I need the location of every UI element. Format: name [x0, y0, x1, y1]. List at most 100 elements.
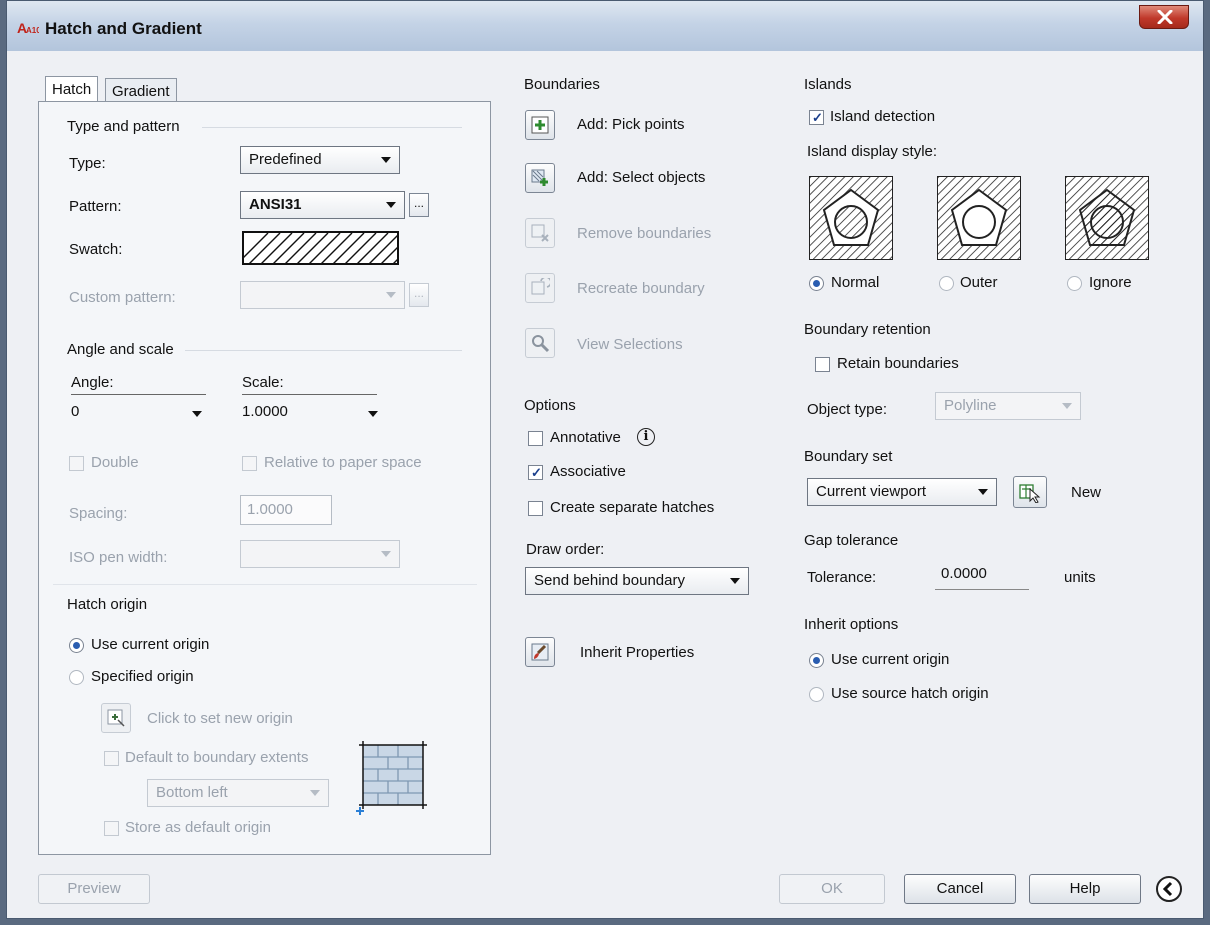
pick-points-icon	[531, 116, 549, 134]
scale-combo[interactable]: 1.0000	[242, 399, 382, 427]
origin-position-dropdown[interactable]: Bottom left	[147, 779, 329, 807]
custom-pattern-label: Custom pattern:	[69, 289, 176, 306]
specified-origin-radio[interactable]	[69, 670, 84, 685]
double-checkbox[interactable]	[69, 456, 84, 471]
island-style-ignore-radio[interactable]	[1067, 276, 1082, 291]
inherit-properties-button[interactable]	[525, 637, 555, 667]
title-bar[interactable]: A A10 Hatch and Gradient	[7, 1, 1203, 52]
island-detection-checkbox[interactable]: ✓	[809, 110, 824, 125]
new-boundary-set-button[interactable]	[1013, 476, 1047, 508]
island-normal-icon	[810, 177, 892, 259]
checkmark-icon: ✓	[531, 465, 542, 480]
inherit-properties-label[interactable]: Inherit Properties	[580, 644, 694, 661]
use-current-origin-label: Use current origin	[91, 636, 210, 653]
swatch-preview[interactable]	[242, 231, 399, 265]
iso-pen-width-dropdown[interactable]	[240, 540, 400, 568]
relative-paper-checkbox[interactable]	[242, 456, 257, 471]
origin-position-value: Bottom left	[156, 784, 228, 801]
inherit-options-title: Inherit options	[804, 616, 899, 633]
default-extents-checkbox[interactable]	[104, 751, 119, 766]
units-label: units	[1064, 569, 1096, 586]
chevron-left-icon	[1162, 881, 1173, 897]
type-label: Type:	[69, 155, 106, 172]
island-outer-preview[interactable]	[937, 176, 1021, 260]
boundary-set-dropdown[interactable]: Current viewport	[807, 478, 997, 506]
set-origin-icon	[107, 709, 125, 727]
info-icon[interactable]: i	[637, 428, 655, 446]
object-type-dropdown[interactable]: Polyline	[935, 392, 1081, 420]
chevron-down-icon	[730, 578, 740, 584]
use-current-origin-radio[interactable]	[69, 638, 84, 653]
inherit-use-source-origin-radio[interactable]	[809, 687, 824, 702]
type-value: Predefined	[249, 151, 322, 168]
angle-combo[interactable]: 0	[71, 399, 206, 427]
pattern-value: ANSI31	[249, 196, 302, 213]
options-title: Options	[524, 397, 576, 414]
add-pick-points-button[interactable]	[525, 110, 555, 140]
specified-origin-label: Specified origin	[91, 668, 194, 685]
inherit-use-source-origin-label: Use source hatch origin	[831, 685, 989, 702]
close-icon	[1157, 10, 1173, 24]
add-select-objects-button[interactable]	[525, 163, 555, 193]
recreate-boundary-label[interactable]: Recreate boundary	[577, 280, 705, 297]
retain-boundaries-label: Retain boundaries	[837, 355, 959, 372]
boundary-retention-title: Boundary retention	[804, 321, 931, 338]
annotative-label: Annotative	[550, 429, 621, 446]
add-select-objects-label[interactable]: Add: Select objects	[577, 169, 705, 186]
island-style-ignore-label: Ignore	[1089, 274, 1132, 291]
tolerance-input[interactable]: 0.0000	[935, 560, 1029, 590]
island-style-outer-radio[interactable]	[939, 276, 954, 291]
help-button[interactable]: Help	[1029, 874, 1141, 904]
ok-button[interactable]: OK	[779, 874, 885, 904]
type-dropdown[interactable]: Predefined	[240, 146, 400, 174]
click-set-origin-button[interactable]	[101, 703, 131, 733]
magnifier-icon	[532, 335, 550, 353]
retain-boundaries-checkbox[interactable]	[815, 357, 830, 372]
default-extents-label: Default to boundary extents	[125, 749, 309, 766]
origin-preview-icon	[356, 741, 427, 815]
draw-order-dropdown[interactable]: Send behind boundary	[525, 567, 749, 595]
remove-boundaries-label[interactable]: Remove boundaries	[577, 225, 711, 242]
add-pick-points-label[interactable]: Add: Pick points	[577, 116, 685, 133]
boundary-set-value: Current viewport	[816, 483, 927, 500]
associative-checkbox[interactable]: ✓	[528, 465, 543, 480]
island-normal-preview[interactable]	[809, 176, 893, 260]
cancel-button[interactable]: Cancel	[904, 874, 1016, 904]
chevron-down-icon	[381, 157, 391, 163]
view-selections-button[interactable]	[525, 328, 555, 358]
spacing-label: Spacing:	[69, 505, 128, 522]
annotative-checkbox[interactable]	[528, 431, 543, 446]
chevron-down-icon	[978, 489, 988, 495]
remove-boundaries-button[interactable]	[525, 218, 555, 248]
recreate-boundary-button[interactable]	[525, 273, 555, 303]
divider	[242, 394, 377, 395]
spacing-input[interactable]: 1.0000	[240, 495, 332, 525]
view-selections-label[interactable]: View Selections	[577, 336, 683, 353]
pattern-dropdown[interactable]: ANSI31	[240, 191, 405, 219]
close-button[interactable]	[1139, 5, 1189, 29]
inherit-use-current-origin-radio[interactable]	[809, 653, 824, 668]
separate-hatches-checkbox[interactable]	[528, 501, 543, 516]
chevron-down-icon	[386, 292, 396, 298]
island-ignore-preview[interactable]	[1065, 176, 1149, 260]
tab-hatch[interactable]: Hatch	[45, 76, 99, 103]
gap-tolerance-title: Gap tolerance	[804, 532, 899, 549]
custom-pattern-browse-button[interactable]: ...	[409, 283, 429, 307]
relative-paper-label: Relative to paper space	[264, 454, 422, 471]
draw-order-value: Send behind boundary	[534, 572, 685, 589]
preview-button[interactable]: Preview	[38, 874, 150, 904]
draw-order-label: Draw order:	[526, 541, 605, 558]
island-style-normal-radio[interactable]	[809, 276, 824, 291]
paintbrush-icon	[531, 643, 549, 661]
store-default-origin-checkbox[interactable]	[104, 821, 119, 836]
angle-value: 0	[71, 403, 80, 420]
select-objects-icon	[531, 169, 548, 186]
type-pattern-title: Type and pattern	[67, 118, 180, 135]
window-title: Hatch and Gradient	[45, 19, 202, 38]
divider	[71, 394, 206, 395]
tolerance-label: Tolerance:	[807, 569, 877, 586]
pattern-browse-button[interactable]: ...	[409, 193, 429, 217]
tab-gradient[interactable]: Gradient	[105, 78, 177, 102]
more-options-button[interactable]	[1156, 876, 1182, 902]
custom-pattern-dropdown[interactable]	[240, 281, 405, 309]
